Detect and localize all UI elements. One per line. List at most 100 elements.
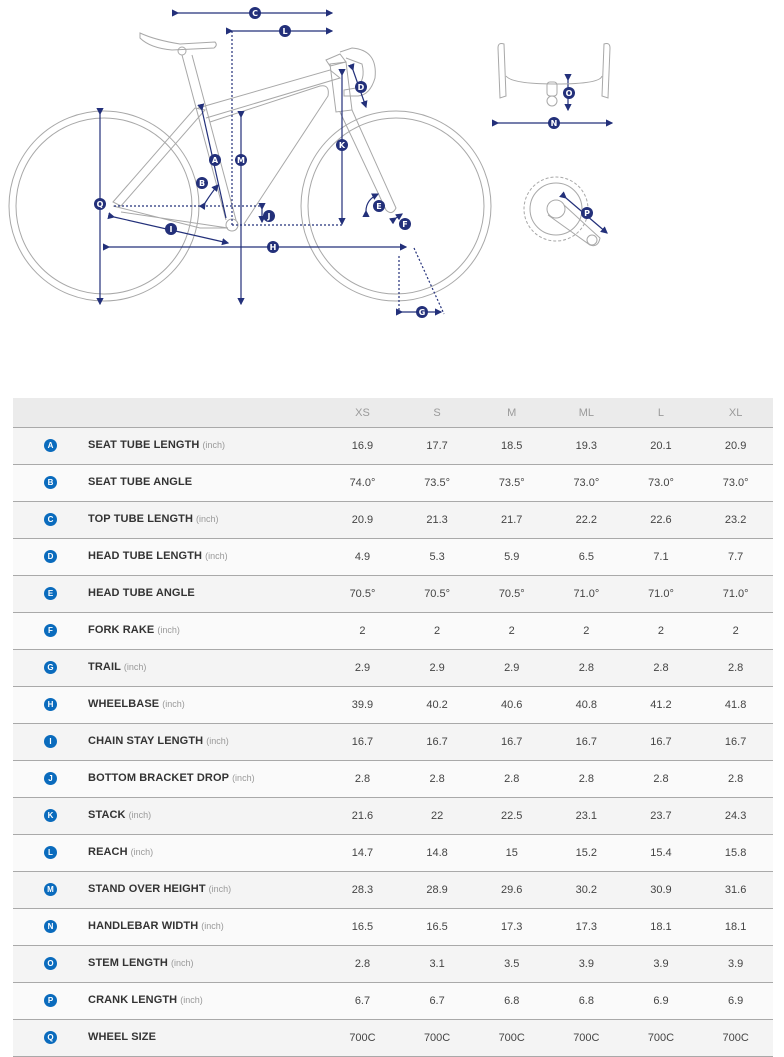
measurement-value: 6.8 [474, 982, 550, 1020]
front-wheel [300, 110, 492, 302]
measurement-label: WHEEL SIZE [88, 1031, 157, 1043]
measurement-value: 14.7 [325, 834, 400, 872]
measurement-value: 4.9 [325, 538, 400, 576]
measurement-value: 28.3 [325, 871, 400, 909]
measurement-value: 21.6 [325, 797, 400, 835]
measurement-value: 41.8 [698, 686, 773, 724]
measurement-label-cell: SEAT TUBE LENGTH (inch) [88, 427, 326, 465]
down-tube [209, 85, 329, 225]
header-blank [88, 398, 326, 428]
marker-letter: D [358, 83, 365, 92]
measurement-value: 31.6 [698, 871, 773, 909]
measurement-value: 2.8 [623, 649, 699, 687]
table-row: G TRAIL (inch) 2.9 2.9 2.9 2.8 2.8 2.8 [13, 649, 773, 687]
measurement-value: 6.9 [623, 982, 699, 1020]
size-header-xl: XL [698, 398, 773, 428]
measurement-value: 3.9 [698, 945, 773, 983]
marker-letter: E [376, 202, 381, 211]
measurement-value: 70.5° [474, 575, 550, 613]
measurement-value: 22.2 [549, 501, 624, 539]
marker-letter: L [282, 27, 287, 36]
marker-badge: L [44, 846, 57, 860]
table-row: D HEAD TUBE LENGTH (inch) 4.9 5.3 5.9 6.5 7.1 7.… [13, 538, 773, 576]
measurement-value: 39.9 [325, 686, 400, 724]
measurement-label-cell: WHEELBASE (inch) [88, 686, 326, 724]
table-header-row: XS S M ML L XL [13, 398, 773, 428]
size-header-l: L [623, 398, 699, 428]
marker-cell: A [13, 427, 89, 465]
measurement-value: 16.9 [325, 427, 400, 465]
measurement-value: 41.2 [623, 686, 699, 724]
measurement-value: 15.8 [698, 834, 773, 872]
measurement-value: 28.9 [399, 871, 475, 909]
measurement-value: 17.3 [549, 908, 624, 946]
saddle [139, 32, 217, 51]
marker-badge: N [44, 920, 57, 934]
marker-cell: M [13, 871, 89, 909]
dimension-marker-d: D [355, 81, 367, 93]
marker-cell: J [13, 760, 89, 798]
measurement-value: 29.6 [474, 871, 550, 909]
measurement-value: 6.9 [698, 982, 773, 1020]
marker-letter: J [267, 212, 271, 221]
measurement-label: CHAIN STAY LENGTH [88, 735, 204, 747]
measurement-label-cell: TRAIL (inch) [88, 649, 326, 687]
measurement-unit: (inch) [128, 810, 152, 820]
measurement-value: 20.1 [623, 427, 699, 465]
seat-tube [181, 54, 237, 221]
marker-badge: G [44, 661, 57, 675]
measurement-value: 7.1 [623, 538, 699, 576]
table-row: C TOP TUBE LENGTH (inch) 20.9 21.3 21.7 22.2 22… [13, 501, 773, 539]
measurement-value: 16.7 [623, 723, 699, 761]
marker-cell: F [13, 612, 89, 650]
header-blank [13, 398, 89, 428]
measurement-label: HEAD TUBE ANGLE [88, 587, 195, 599]
measurement-value: 17.7 [399, 427, 475, 465]
measurement-value: 71.0° [549, 575, 624, 613]
measurement-value: 70.5° [325, 575, 400, 613]
dimension-marker-f: F [399, 218, 411, 230]
measurement-value: 3.9 [623, 945, 699, 983]
marker-cell: K [13, 797, 89, 835]
front-wheel-inner [307, 117, 485, 295]
measurement-unit: (inch) [206, 736, 229, 746]
measurement-label-cell: HEAD TUBE ANGLE [88, 575, 326, 613]
measurement-value: 22 [399, 797, 475, 835]
measurement-value: 2.8 [325, 760, 400, 798]
marker-letter: A [212, 156, 219, 165]
marker-badge: J [44, 772, 57, 786]
measurement-value: 23.7 [623, 797, 699, 835]
measurement-value: 40.6 [474, 686, 550, 724]
table-row: O STEM LENGTH (inch) 2.8 3.1 3.5 3.9 3.9 3.9 [13, 945, 773, 983]
measurement-value: 2.8 [698, 649, 773, 687]
bike-geometry-diagram: A B C D E F G H I J K L M N O P Q [8, 7, 614, 318]
measurement-value: 73.0° [549, 464, 624, 502]
measurement-value: 18.1 [623, 908, 699, 946]
size-header-ml: ML [549, 398, 624, 428]
marker-letter: G [419, 308, 426, 317]
dimension-marker-h: H [267, 241, 279, 253]
measurement-value: 2 [474, 612, 550, 650]
dimension-marker-b: B [196, 177, 208, 189]
measurement-unit: (inch) [208, 884, 232, 894]
measurement-value: 3.5 [474, 945, 550, 983]
measurement-label: TOP TUBE LENGTH [88, 513, 194, 525]
measurement-value: 6.5 [549, 538, 624, 576]
table-row: K STACK (inch) 21.6 22 22.5 23.1 23.7 24.3 [13, 797, 773, 835]
dimension-marker-g: G [416, 306, 428, 318]
head-tube [329, 61, 353, 113]
marker-badge: A [44, 439, 57, 453]
measurement-value: 73.0° [623, 464, 699, 502]
measurement-label: STAND OVER HEIGHT [88, 883, 206, 895]
measurement-value: 3.9 [549, 945, 624, 983]
measurement-label-cell: CRANK LENGTH (inch) [88, 982, 326, 1020]
measurement-value: 73.5° [474, 464, 550, 502]
measurement-value: 73.5° [399, 464, 475, 502]
table-row: F FORK RAKE (inch) 2 2 2 2 2 2 [13, 612, 773, 650]
marker-badge: K [44, 809, 57, 823]
marker-badge: E [44, 587, 57, 601]
measurement-label-cell: STEM LENGTH (inch) [88, 945, 326, 983]
marker-letter: I [170, 225, 173, 234]
measurement-label-cell: HEAD TUBE LENGTH (inch) [88, 538, 326, 576]
measurement-unit: (inch) [201, 921, 224, 931]
